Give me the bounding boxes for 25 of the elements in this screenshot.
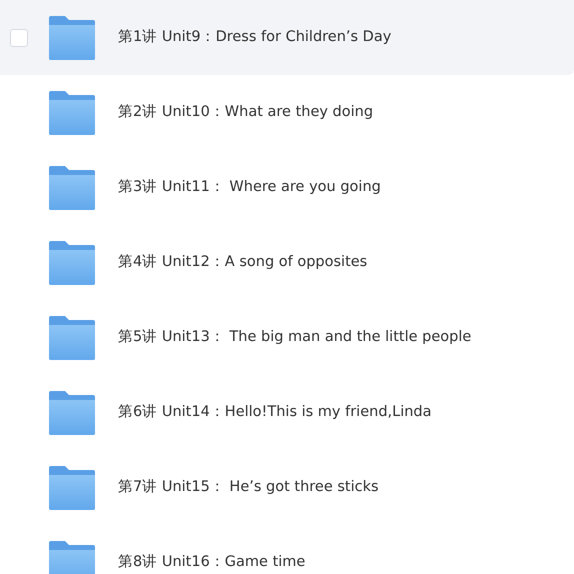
folder-icon: [48, 466, 96, 510]
folder-icon: [48, 166, 96, 210]
folder-name: 第4讲 Unit12：A song of opposites: [118, 252, 368, 272]
folder-row[interactable]: 第4讲 Unit12：A song of opposites: [0, 225, 574, 300]
folder-row[interactable]: 第3讲 Unit11： Where are you going: [0, 150, 574, 225]
folder-name: 第1讲 Unit9：Dress for Children’s Day: [118, 28, 392, 47]
folder-name: 第2讲 Unit10：What are they doing: [118, 102, 374, 122]
folder-name: 第7讲 Unit15： He’s got three sticks: [118, 478, 379, 497]
folder-row[interactable]: 第1讲 Unit9：Dress for Children’s Day: [0, 0, 574, 75]
folder-icon: [48, 90, 96, 134]
folder-icon: [48, 16, 96, 60]
folder-icon: [48, 316, 96, 360]
folder-name: 第3讲 Unit11： Where are you going: [118, 178, 381, 197]
folder-row[interactable]: 第2讲 Unit10：What are they doing: [0, 75, 574, 150]
folder-name: 第6讲 Unit14：Hello!This is my friend,Linda: [118, 402, 432, 422]
folder-row[interactable]: 第8讲 Unit16：Game time: [0, 525, 574, 574]
folder-row[interactable]: 第6讲 Unit14：Hello!This is my friend,Linda: [0, 375, 574, 450]
folder-icon: [48, 540, 96, 574]
folder-icon: [48, 390, 96, 434]
folder-row[interactable]: 第7讲 Unit15： He’s got three sticks: [0, 450, 574, 525]
checkbox[interactable]: [10, 28, 28, 46]
folder-name: 第8讲 Unit16：Game time: [118, 552, 306, 572]
folder-name: 第5讲 Unit13： The big man and the little people: [118, 328, 472, 347]
folder-icon: [48, 240, 96, 284]
folder-row[interactable]: 第5讲 Unit13： The big man and the little people: [0, 300, 574, 375]
